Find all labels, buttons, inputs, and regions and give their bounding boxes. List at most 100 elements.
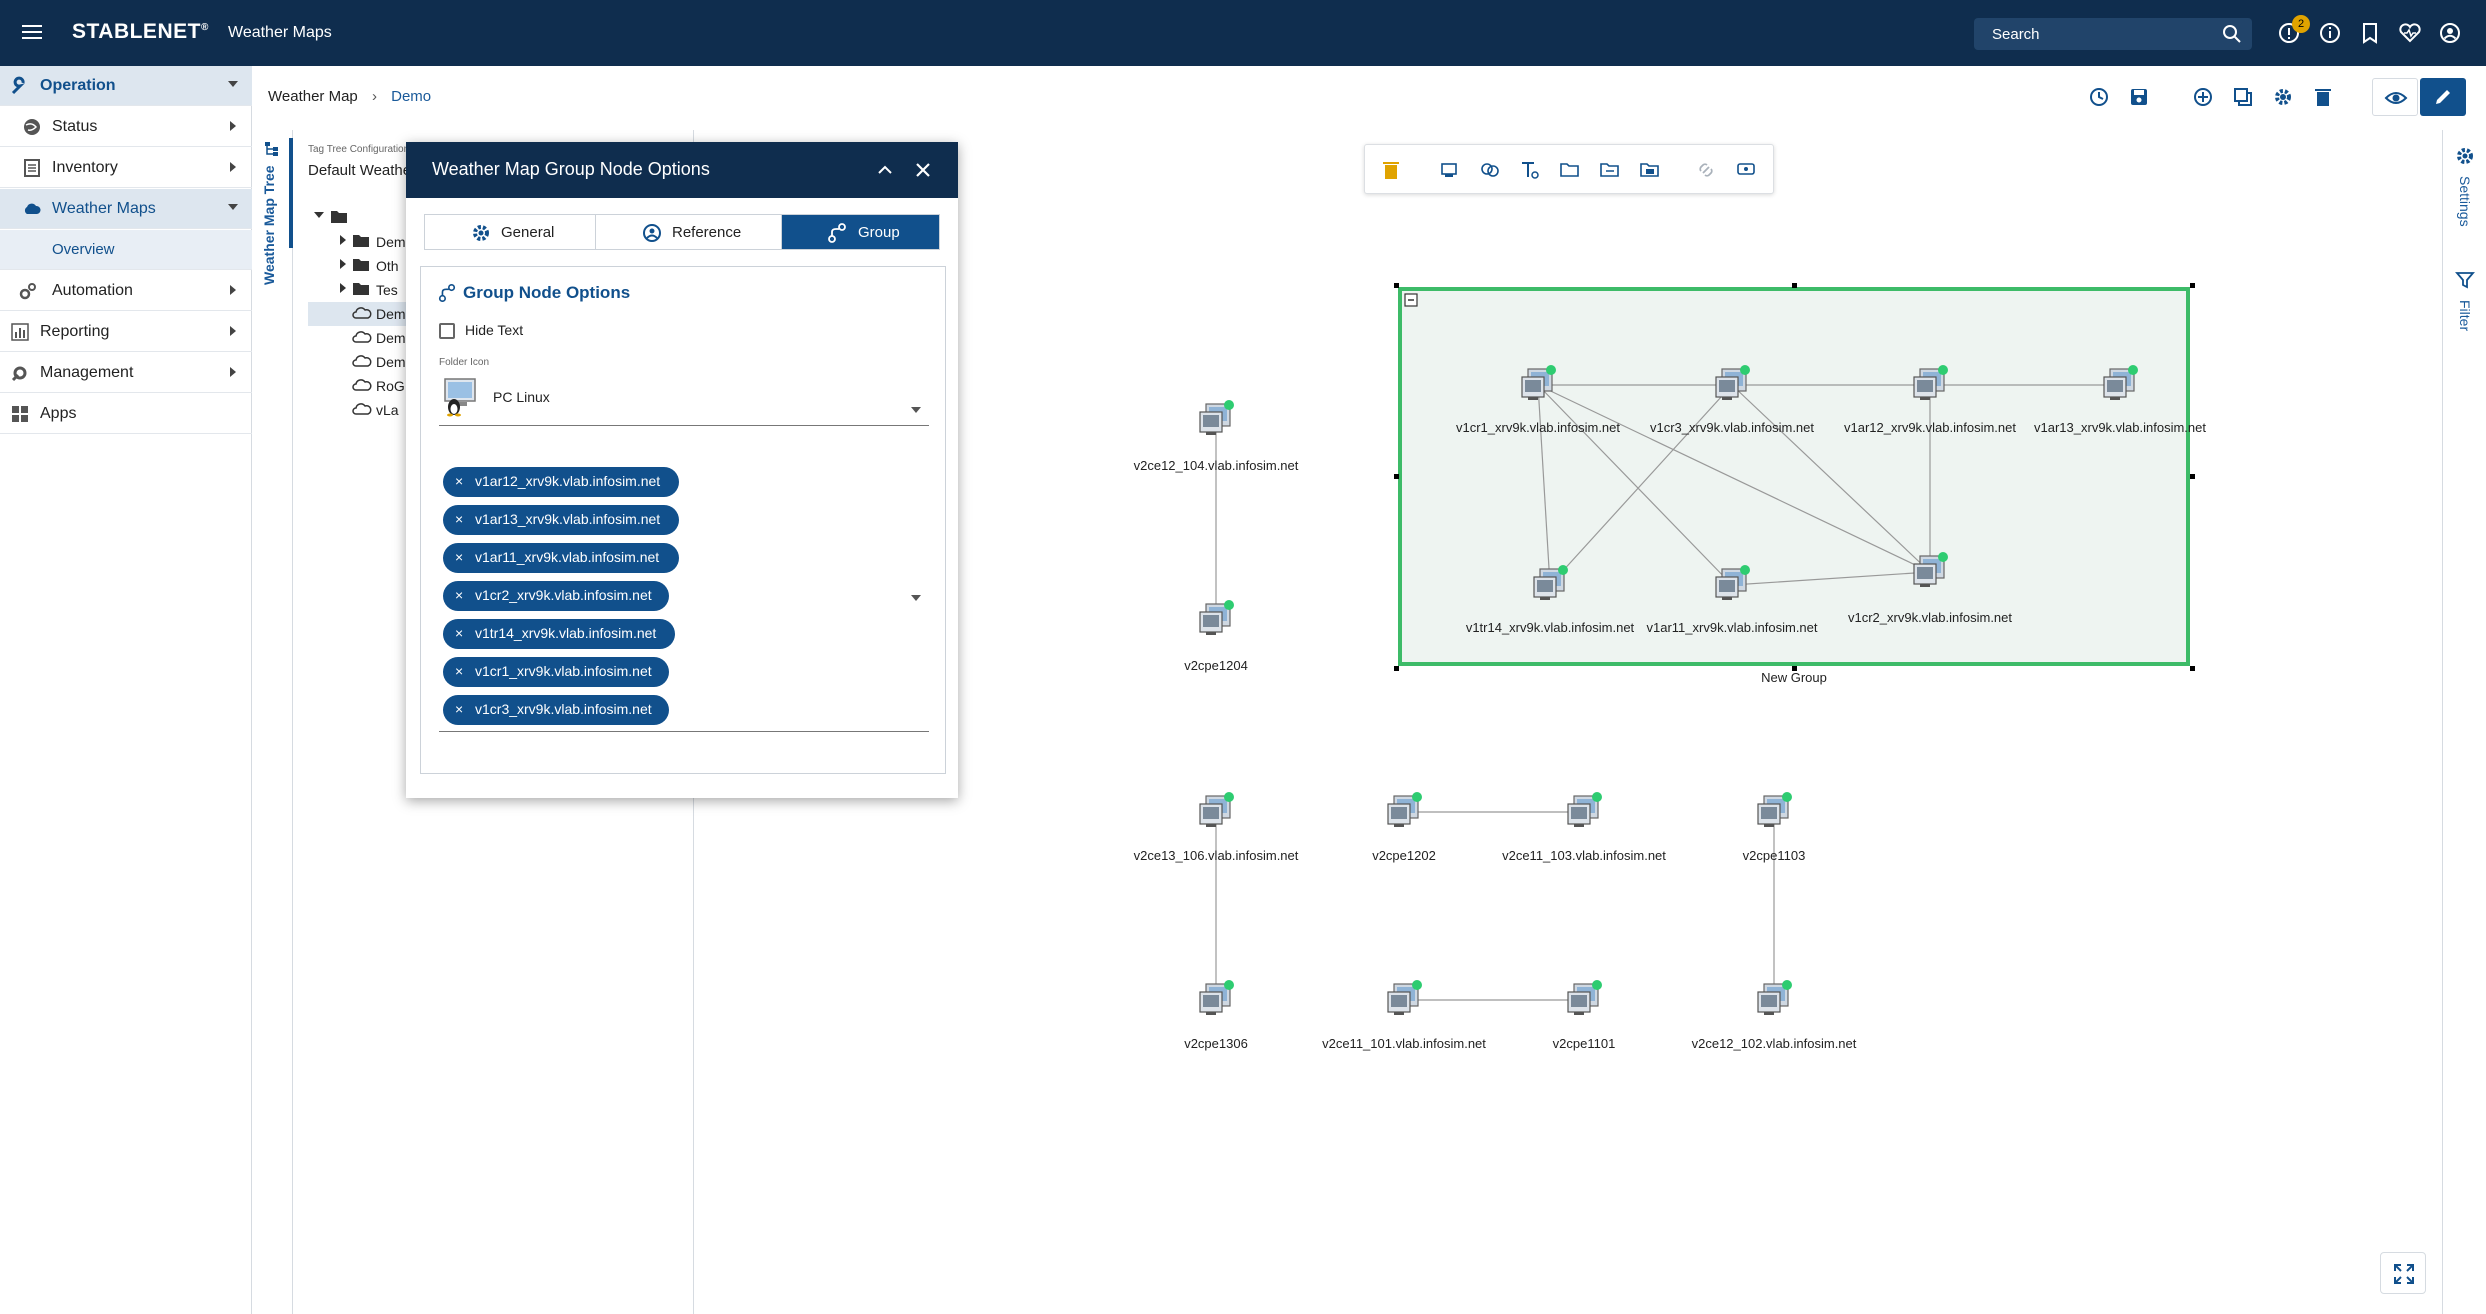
filter-rail-label[interactable]: Filter [2457, 300, 2473, 331]
sidebar-item-status[interactable]: Status [0, 107, 252, 147]
network-node-icon[interactable] [1518, 363, 1558, 403]
chevron-down-icon[interactable] [911, 595, 921, 601]
sidebar-item-reporting[interactable]: Reporting [0, 312, 252, 352]
tree-map-item-selected[interactable]: Dem [308, 302, 418, 326]
network-node-icon[interactable] [1754, 978, 1794, 1018]
chip-remove-icon[interactable]: × [455, 587, 463, 603]
edit-mode-button[interactable] [2420, 78, 2466, 116]
sidebar-item-inventory[interactable]: Inventory [0, 148, 252, 188]
delete-icon[interactable] [1381, 159, 1401, 181]
member-chip[interactable]: × v1cr3_xrv9k.vlab.infosim.net [443, 695, 669, 725]
network-node-icon[interactable] [1384, 978, 1424, 1018]
tree-expand-icon[interactable] [340, 259, 346, 269]
chip-remove-icon[interactable]: × [455, 663, 463, 679]
network-node-icon[interactable] [1910, 363, 1950, 403]
resize-handle[interactable] [2190, 666, 2195, 671]
node-link-icon[interactable] [1735, 159, 1757, 181]
resize-handle[interactable] [1394, 474, 1399, 479]
tree-expand-icon[interactable] [340, 235, 346, 245]
add-link-icon[interactable] [1479, 159, 1501, 181]
chip-remove-icon[interactable]: × [455, 701, 463, 717]
search-icon[interactable] [2222, 24, 2242, 44]
tree-expand-icon[interactable] [340, 283, 346, 293]
network-node-icon[interactable] [1196, 790, 1236, 830]
network-node-icon[interactable] [1384, 790, 1424, 830]
view-mode-button[interactable] [2372, 78, 2418, 116]
brand-logo[interactable]: STABLENET® [72, 20, 209, 44]
network-node-icon[interactable] [1564, 790, 1604, 830]
search-box[interactable]: Search [1974, 18, 2252, 50]
member-chip[interactable]: × v1cr1_xrv9k.vlab.infosim.net [443, 657, 669, 687]
chip-remove-icon[interactable]: × [455, 625, 463, 641]
add-text-icon[interactable] [1519, 159, 1541, 181]
network-node-icon[interactable] [1564, 978, 1604, 1018]
members-underline [439, 731, 929, 732]
weather-map-tree-rail[interactable]: Weather Map Tree [253, 130, 293, 1314]
tab-general[interactable]: General [425, 215, 596, 249]
group-node[interactable] [1398, 287, 2190, 666]
settings-icon[interactable] [2455, 146, 2475, 166]
health-icon[interactable] [2398, 21, 2422, 45]
member-chip[interactable]: × v1cr2_xrv9k.vlab.infosim.net [443, 581, 669, 611]
sidebar-item-apps[interactable]: Apps [0, 394, 252, 434]
add-group-icon[interactable] [1599, 159, 1621, 181]
chip-remove-icon[interactable]: × [455, 549, 463, 565]
sidebar-item-weather-maps[interactable]: Weather Maps [0, 189, 252, 229]
sidebar-item-management[interactable]: Management [0, 353, 252, 393]
folder-icon-select[interactable]: PC Linux [493, 389, 550, 405]
resize-handle[interactable] [1394, 283, 1399, 288]
settings-icon[interactable] [2272, 86, 2294, 108]
fullscreen-button[interactable] [2380, 1252, 2426, 1294]
network-node-icon[interactable] [1712, 363, 1752, 403]
network-node-icon[interactable] [1712, 563, 1752, 603]
chip-remove-icon[interactable]: × [455, 511, 463, 527]
sidebar-item-operation[interactable]: Operation [0, 66, 252, 106]
menu-icon[interactable] [20, 20, 44, 44]
breadcrumb-current[interactable]: Demo [391, 88, 431, 105]
chevron-up-icon[interactable] [876, 161, 894, 179]
breadcrumb-root[interactable]: Weather Map [268, 88, 358, 105]
resize-handle[interactable] [2190, 283, 2195, 288]
chevron-down-icon[interactable] [911, 407, 921, 413]
network-node-icon[interactable] [1196, 398, 1236, 438]
resize-handle[interactable] [1394, 666, 1399, 671]
resize-handle[interactable] [1792, 283, 1797, 288]
tag-tree-config-select[interactable]: Default Weather [308, 162, 416, 179]
network-node-icon[interactable] [2100, 363, 2140, 403]
member-chip[interactable]: × v1ar12_xrv9k.vlab.infosim.net [443, 467, 679, 497]
resize-handle[interactable] [2190, 474, 2195, 479]
chip-remove-icon[interactable]: × [455, 473, 463, 489]
add-icon[interactable] [2192, 86, 2214, 108]
history-icon[interactable] [2088, 86, 2110, 108]
user-icon[interactable] [2438, 21, 2462, 45]
info-icon[interactable] [2318, 21, 2342, 45]
copy-icon[interactable] [2232, 86, 2254, 108]
member-chip[interactable]: × v1tr14_xrv9k.vlab.infosim.net [443, 619, 675, 649]
add-folder-icon[interactable] [1559, 159, 1581, 181]
save-icon[interactable] [2128, 86, 2150, 108]
network-node-icon[interactable] [1910, 550, 1950, 590]
network-node-icon[interactable] [1754, 790, 1794, 830]
tab-reference[interactable]: Reference [596, 215, 782, 249]
tree-icon[interactable] [263, 140, 281, 158]
sidebar-item-automation[interactable]: Automation [0, 271, 252, 311]
dialog-header[interactable]: Weather Map Group Node Options [406, 142, 958, 198]
add-map-reference-icon[interactable] [1639, 159, 1661, 181]
tab-group[interactable]: Group [782, 215, 939, 249]
close-icon[interactable] [914, 161, 932, 179]
collapse-group-icon[interactable] [1404, 293, 1418, 307]
member-chip[interactable]: × v1ar11_xrv9k.vlab.infosim.net [443, 543, 679, 573]
bookmark-icon[interactable] [2358, 21, 2382, 45]
member-chip[interactable]: × v1ar13_xrv9k.vlab.infosim.net [443, 505, 679, 535]
settings-rail-label[interactable]: Settings [2457, 176, 2473, 227]
hide-text-checkbox[interactable] [439, 323, 455, 339]
filter-icon[interactable] [2455, 270, 2475, 290]
delete-icon[interactable] [2312, 86, 2334, 108]
network-node-icon[interactable] [1530, 563, 1570, 603]
tree-rail-active-indicator [289, 138, 293, 248]
network-node-icon[interactable] [1196, 598, 1236, 638]
tree-expand-icon[interactable] [314, 212, 324, 218]
network-node-icon[interactable] [1196, 978, 1236, 1018]
sidebar-item-overview[interactable]: Overview [0, 230, 252, 270]
add-node-icon[interactable] [1439, 159, 1461, 181]
